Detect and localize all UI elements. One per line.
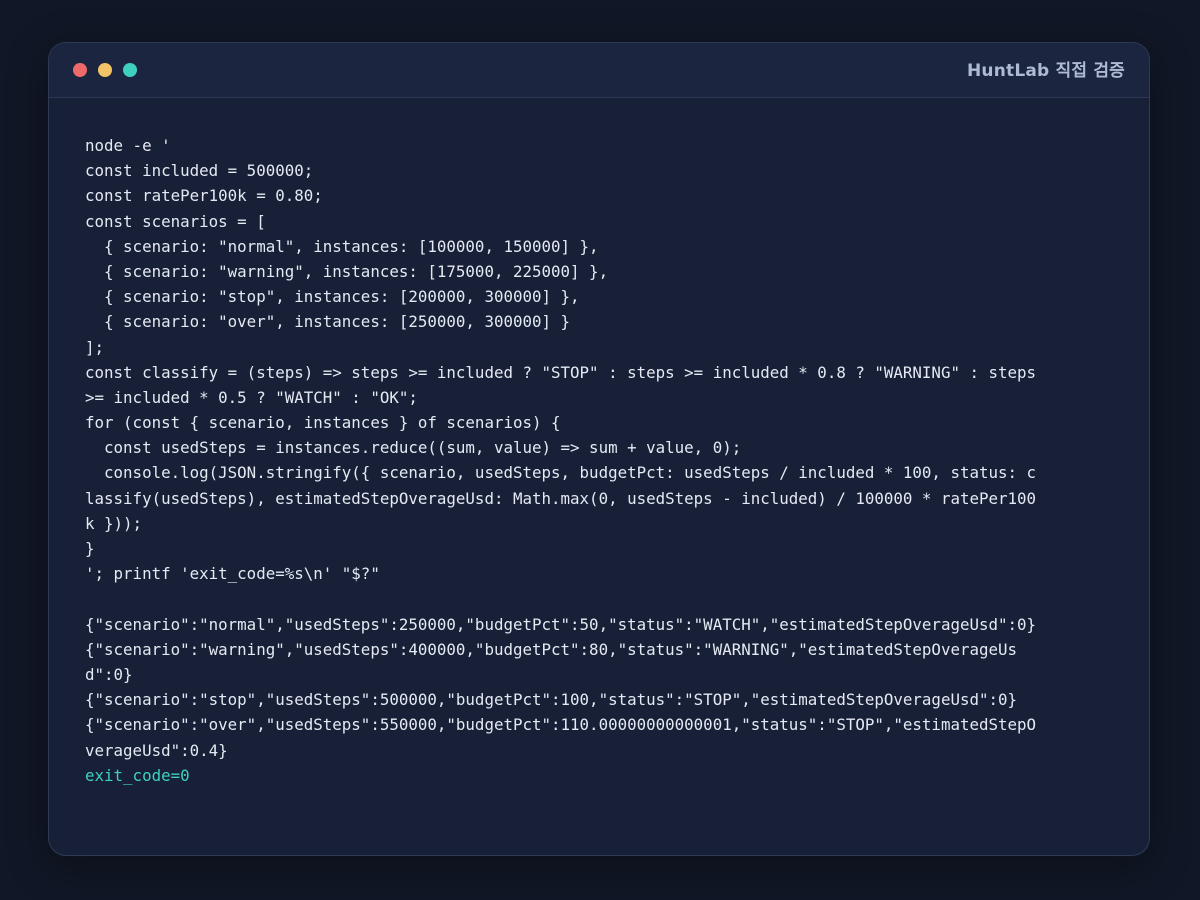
terminal-output-line: d":0} xyxy=(85,664,133,684)
terminal-line: >= included * 0.5 ? "WATCH" : "OK"; xyxy=(85,387,418,407)
terminal-line: '; printf 'exit_code=%s\n' "$?" xyxy=(85,564,380,584)
terminal-line: { scenario: "over", instances: [250000, … xyxy=(85,312,571,332)
terminal-line: ]; xyxy=(85,337,105,357)
terminal-output[interactable]: node -e ' const included = 500000; const… xyxy=(85,133,1109,788)
close-window-button[interactable] xyxy=(73,63,87,77)
maximize-window-button[interactable] xyxy=(123,63,137,77)
terminal-line: const usedSteps = instances.reduce((sum,… xyxy=(85,438,742,458)
terminal-line: { scenario: "normal", instances: [100000… xyxy=(85,236,599,256)
title-bar: HuntLab 직접 검증 xyxy=(49,43,1149,98)
terminal-window: HuntLab 직접 검증 node -e ' const included =… xyxy=(48,42,1150,856)
terminal-line: console.log(JSON.stringify({ scenario, u… xyxy=(85,463,1037,483)
terminal-line: { scenario: "stop", instances: [200000, … xyxy=(85,287,580,307)
terminal-line: const ratePer100k = 0.80; xyxy=(85,186,323,206)
terminal-line: lassify(usedSteps), estimatedStepOverage… xyxy=(85,488,1037,508)
terminal-line: const classify = (steps) => steps >= inc… xyxy=(85,362,1037,382)
terminal-output-line: {"scenario":"over","usedSteps":550000,"b… xyxy=(85,715,1037,735)
terminal-line: } xyxy=(85,539,95,558)
minimize-window-button[interactable] xyxy=(98,63,112,77)
terminal-line: for (const { scenario, instances } of sc… xyxy=(85,413,561,433)
terminal-output-line: verageUsd":0.4} xyxy=(85,740,228,760)
terminal-output-line: {"scenario":"normal","usedSteps":250000,… xyxy=(85,614,1037,634)
terminal-output-line: {"scenario":"warning","usedSteps":400000… xyxy=(85,639,1018,659)
terminal-line: { scenario: "warning", instances: [17500… xyxy=(85,261,609,281)
terminal-output-line: {"scenario":"stop","usedSteps":500000,"b… xyxy=(85,690,1018,710)
terminal-line: const scenarios = [ xyxy=(85,211,266,231)
terminal-line: node -e ' xyxy=(85,136,171,155)
terminal-line: const included = 500000; xyxy=(85,161,314,181)
terminal-line: k })); xyxy=(85,513,143,533)
exit-code-line: exit_code=0 xyxy=(85,765,190,785)
window-title: HuntLab 직접 검증 xyxy=(966,61,1125,81)
